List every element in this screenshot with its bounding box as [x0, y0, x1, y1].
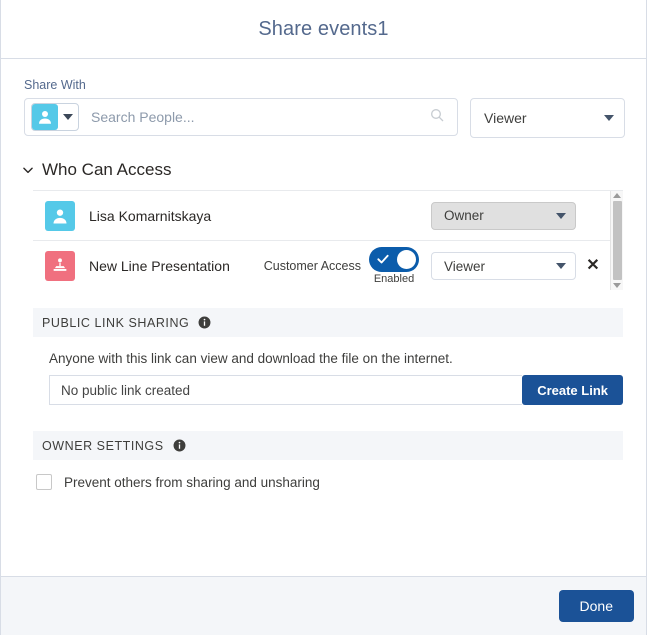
who-can-access-toggle[interactable]: Who Can Access: [1, 138, 646, 190]
share-with-role-value: Viewer: [484, 110, 527, 126]
share-with-label: Share With: [24, 78, 86, 92]
owner-settings-header: OWNER SETTINGS: [33, 431, 623, 460]
person-avatar-icon: [45, 200, 75, 231]
access-list-container: Lisa Komarnitskaya Owner ✕: [33, 190, 623, 290]
customer-access-toggle[interactable]: Enabled: [369, 247, 419, 285]
who-can-access-title: Who Can Access: [42, 160, 172, 179]
access-row-name: New Line Presentation: [89, 258, 230, 274]
chevron-down-icon: [556, 212, 566, 219]
toggle-switch[interactable]: [369, 247, 419, 272]
public-link-description: Anyone with this link can view and downl…: [49, 351, 453, 366]
search-input[interactable]: [79, 108, 429, 126]
share-with-row: Viewer: [24, 98, 625, 138]
dialog-footer: Done: [1, 576, 646, 635]
toggle-state-label: Enabled: [373, 273, 415, 285]
access-row-role-value: Viewer: [444, 258, 486, 274]
info-icon[interactable]: [173, 439, 186, 452]
chevron-down-icon: [556, 263, 566, 269]
page-title: Share events1: [258, 17, 389, 40]
share-with-section: Share With Search People... Viewer: [1, 59, 646, 138]
access-list-scrollbar[interactable]: [610, 191, 623, 290]
presentation-avatar-icon: [45, 251, 75, 281]
remove-access-button[interactable]: ✕: [576, 258, 610, 274]
public-link-sharing-header: PUBLIC LINK SHARING: [33, 308, 623, 337]
access-list: Lisa Komarnitskaya Owner ✕: [33, 191, 610, 290]
prevent-sharing-label: Prevent others from sharing and unsharin…: [64, 474, 320, 490]
done-button[interactable]: Done: [558, 590, 634, 622]
toggle-knob: [397, 250, 416, 269]
scrollbar-thumb[interactable]: [612, 201, 622, 280]
customer-access-label: Customer Access: [263, 258, 361, 273]
scroll-down-arrow-icon[interactable]: [613, 283, 621, 288]
dialog-header: Share events1: [1, 0, 646, 59]
chevron-down-icon: [21, 163, 35, 177]
create-link-button[interactable]: Create Link: [522, 375, 623, 405]
check-icon: [376, 252, 390, 271]
scroll-up-arrow-icon[interactable]: [613, 193, 621, 198]
info-icon[interactable]: [198, 316, 211, 329]
share-dialog: Share events1 Share With Search People..…: [0, 0, 647, 635]
public-link-row: Create Link: [49, 375, 623, 405]
access-row-role-select[interactable]: Owner: [431, 201, 576, 230]
access-row-role-select[interactable]: Viewer: [431, 252, 576, 280]
access-row-name: Lisa Komarnitskaya: [89, 207, 212, 224]
owner-settings-body: Prevent others from sharing and unsharin…: [1, 460, 646, 490]
share-with-lookup[interactable]: [24, 98, 458, 136]
search-icon: [429, 107, 445, 128]
access-row-role-value: Owner: [444, 208, 484, 223]
share-with-type-selector[interactable]: [31, 103, 79, 131]
share-with-role-select[interactable]: Viewer: [470, 98, 625, 138]
chevron-down-icon: [63, 114, 73, 120]
dialog-body: Share With Search People... Viewer Who C…: [1, 59, 646, 576]
person-icon: [32, 104, 58, 130]
public-link-sharing-body: Anyone with this link can view and downl…: [1, 337, 646, 405]
owner-settings-title: OWNER SETTINGS: [42, 438, 164, 453]
table-row: New Line Presentation Customer Access En…: [33, 241, 610, 290]
prevent-sharing-checkbox[interactable]: [36, 474, 52, 490]
public-link-input[interactable]: [49, 375, 523, 405]
public-link-sharing-title: PUBLIC LINK SHARING: [42, 315, 190, 330]
table-row: Lisa Komarnitskaya Owner ✕: [33, 191, 610, 241]
chevron-down-icon: [604, 115, 614, 121]
